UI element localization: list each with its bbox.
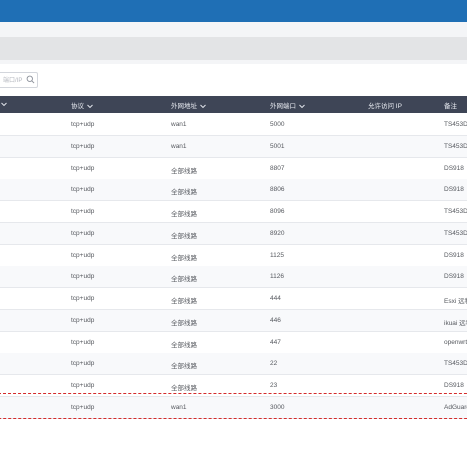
table-row[interactable]: tcp+udp 全部线路 8807 DS918: [0, 158, 467, 180]
cell-wan-port: 447: [270, 338, 281, 346]
cell-wan-port: 8807: [270, 164, 285, 172]
cell-wan-port: 8920: [270, 229, 285, 237]
cell-protocol: tcp+udp: [71, 316, 95, 324]
cell-note: TS453D: [444, 360, 467, 368]
cell-protocol: tcp+udp: [71, 295, 95, 302]
cell-note: DS918: [444, 382, 464, 389]
cell-wan-address: wan1: [171, 142, 187, 150]
cell-wan-address: 全部线路: [171, 189, 197, 197]
chevron-down-icon: [87, 104, 93, 108]
cell-wan-address: wan1: [171, 121, 187, 128]
cell-wan-address: 全部线路: [171, 232, 197, 240]
table-row[interactable]: tcp+udp wan1 3000 AdGuard: [0, 396, 467, 419]
table-row[interactable]: tcp+udp wan1 5001 TS453D: [0, 135, 467, 158]
cell-wan-port: 3000: [270, 403, 285, 411]
table-row[interactable]: tcp+udp 全部线路 23 DS918: [0, 375, 467, 397]
search-input[interactable]: 端口/IP: [0, 72, 38, 88]
table-row[interactable]: tcp+udp wan1 5000 TS453D: [0, 114, 467, 136]
table-row[interactable]: tcp+udp 全部线路 8920 TS453D: [0, 222, 467, 245]
cell-protocol: tcp+udp: [71, 403, 95, 411]
cell-wan-address: 全部线路: [171, 319, 197, 327]
chevron-down-icon: [299, 104, 305, 108]
column-header-note: 备注: [444, 103, 457, 110]
cell-wan-address: 全部线路: [171, 276, 197, 284]
table-row[interactable]: tcp+udp 全部线路 446 ikuai 远程: [0, 309, 467, 332]
cell-protocol: tcp+udp: [71, 186, 95, 194]
cell-wan-address: 全部线路: [171, 385, 197, 392]
cell-note: openwrt: [444, 338, 467, 346]
cell-wan-port: 22: [270, 360, 278, 368]
cell-protocol: tcp+udp: [71, 360, 95, 368]
cell-note: DS918: [444, 251, 464, 259]
cell-wan-address: wan1: [171, 403, 187, 411]
cell-protocol: tcp+udp: [71, 121, 95, 128]
cell-note: DS918: [444, 186, 464, 194]
cell-protocol: tcp+udp: [71, 164, 95, 172]
cell-wan-port: 5001: [270, 142, 285, 150]
cell-wan-port: 8096: [270, 208, 285, 215]
cell-wan-port: 446: [270, 316, 281, 324]
cell-wan-address: 全部线路: [171, 298, 197, 305]
chevron-down-icon: [200, 104, 206, 108]
table-row[interactable]: tcp+udp 全部线路 8096 TS453D: [0, 201, 467, 223]
cell-wan-port: 1126: [270, 273, 284, 281]
cell-protocol: tcp+udp: [71, 251, 95, 259]
cell-note: TS453D: [444, 142, 467, 150]
cell-note: AdGuard: [444, 403, 467, 411]
cell-wan-port: 5000: [270, 121, 285, 128]
column-header-wan-port[interactable]: 外网端口: [270, 100, 305, 110]
tab-strip: [0, 37, 467, 60]
search-icon[interactable]: [26, 75, 35, 84]
cell-note: ikuai 远程: [444, 319, 467, 327]
table-row[interactable]: tcp+udp 全部线路 22 TS453D: [0, 353, 467, 376]
cell-protocol: tcp+udp: [71, 208, 95, 215]
chevron-down-icon[interactable]: [1, 102, 7, 107]
table-row[interactable]: tcp+udp 全部线路 1125 DS918: [0, 245, 467, 267]
cell-protocol: tcp+udp: [71, 229, 95, 237]
cell-note: Esxi 远程: [444, 298, 467, 305]
cell-wan-address: 全部线路: [171, 211, 197, 218]
cell-protocol: tcp+udp: [71, 338, 95, 346]
cell-wan-port: 23: [270, 382, 278, 389]
cell-protocol: tcp+udp: [71, 142, 95, 150]
cell-note: TS453D: [444, 229, 467, 237]
top-nav-bar: [0, 0, 467, 22]
table-header: 协议 外网地址 外网端口 允许访问 IP 备注: [0, 96, 467, 113]
cell-note: TS453D: [444, 121, 467, 128]
cell-wan-port: 8806: [270, 186, 285, 194]
cell-note: DS918: [444, 164, 464, 172]
cell-protocol: tcp+udp: [71, 382, 95, 389]
cell-wan-port: 444: [270, 295, 281, 302]
column-header-protocol[interactable]: 协议: [71, 100, 93, 110]
column-header-wan-address[interactable]: 外网地址: [171, 100, 206, 110]
cell-wan-address: 全部线路: [171, 254, 197, 262]
table-row[interactable]: tcp+udp 全部线路 447 openwrt: [0, 332, 467, 354]
column-header-allowed-ip: 允许访问 IP: [368, 103, 402, 110]
cell-note: TS453D: [444, 208, 467, 215]
table-row[interactable]: tcp+udp 全部线路 8806 DS918: [0, 179, 467, 202]
table-row[interactable]: tcp+udp 全部线路 1126 DS918: [0, 266, 467, 289]
search-placeholder: 端口/IP: [3, 78, 23, 84]
table-row[interactable]: tcp+udp 全部线路 444 Esxi 远程: [0, 288, 467, 310]
cell-wan-address: 全部线路: [171, 167, 197, 175]
cell-protocol: tcp+udp: [71, 273, 95, 281]
cell-wan-address: 全部线路: [171, 363, 197, 371]
cell-note: DS918: [444, 273, 464, 281]
cell-wan-address: 全部线路: [171, 341, 197, 349]
cell-wan-port: 1125: [270, 251, 284, 259]
